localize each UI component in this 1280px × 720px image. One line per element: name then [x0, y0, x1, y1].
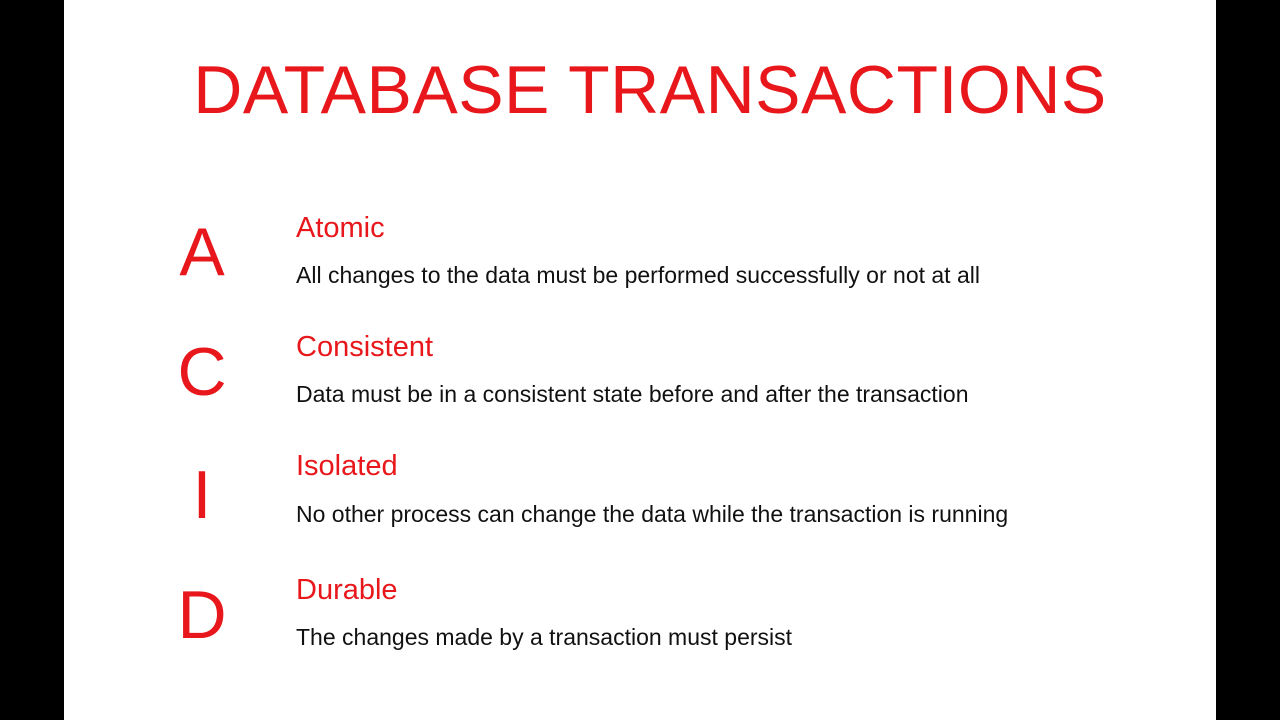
description-atomic: All changes to the data must be performe…	[296, 262, 980, 288]
acid-letter-c: C	[177, 334, 227, 410]
term-durable: Durable	[296, 574, 398, 606]
term-isolated: Isolated	[296, 450, 398, 482]
slide: DATABASE TRANSACTIONS A Atomic All chang…	[64, 0, 1216, 720]
acid-letter-a: A	[179, 214, 225, 290]
term-consistent: Consistent	[296, 331, 434, 363]
slide-title: DATABASE TRANSACTIONS	[193, 52, 1107, 128]
description-consistent: Data must be in a consistent state befor…	[296, 381, 969, 407]
description-isolated: No other process can change the data whi…	[296, 501, 1009, 527]
description-durable: The changes made by a transaction must p…	[296, 624, 793, 650]
term-atomic: Atomic	[296, 212, 385, 244]
acid-letter-i: I	[192, 457, 212, 533]
acid-letter-d: D	[177, 577, 227, 653]
